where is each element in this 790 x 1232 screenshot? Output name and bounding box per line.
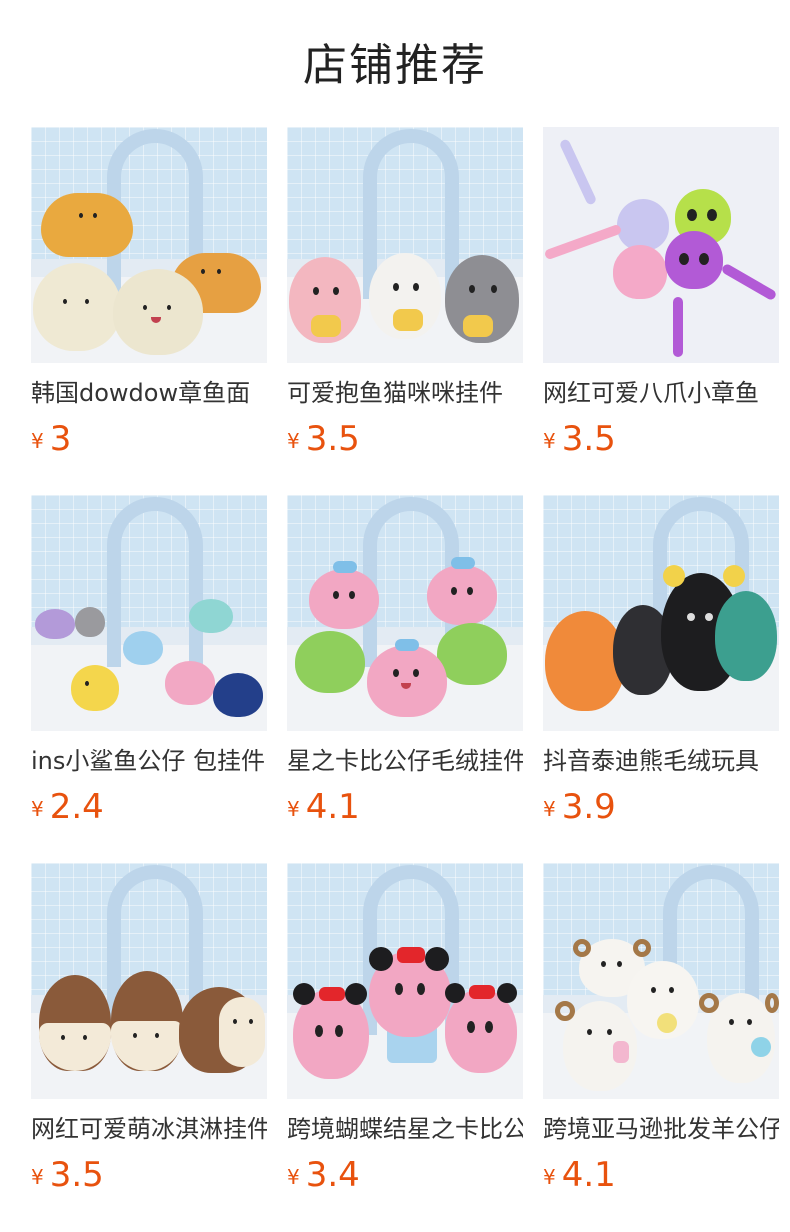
- product-name[interactable]: 跨境蝴蝶结星之卡比公: [287, 1109, 523, 1149]
- product-image[interactable]: [287, 863, 523, 1099]
- currency-symbol: ¥: [287, 1165, 300, 1189]
- product-card[interactable]: ins小鲨鱼公仔 包挂件 ¥2.4: [31, 495, 267, 835]
- price-value: 3.5: [305, 419, 360, 459]
- product-name[interactable]: ins小鲨鱼公仔 包挂件: [31, 741, 267, 781]
- product-price: ¥3.9: [543, 785, 779, 829]
- product-card[interactable]: 跨境蝴蝶结星之卡比公 ¥3.4: [287, 863, 523, 1203]
- product-name[interactable]: 跨境亚马逊批发羊公仔: [543, 1109, 779, 1149]
- currency-symbol: ¥: [31, 797, 44, 821]
- price-value: 4.1: [561, 1155, 616, 1195]
- product-price: ¥3.5: [31, 1153, 267, 1197]
- product-card[interactable]: 跨境亚马逊批发羊公仔 ¥4.1: [543, 863, 779, 1203]
- product-card[interactable]: 可爱抱鱼猫咪咪挂件 ¥3.5: [287, 127, 523, 467]
- product-card[interactable]: 网红可爱萌冰淇淋挂件 ¥3.5: [31, 863, 267, 1203]
- product-card[interactable]: 网红可爱八爪小章鱼 ¥3.5: [543, 127, 779, 467]
- product-image[interactable]: [287, 495, 523, 731]
- product-image[interactable]: [543, 127, 779, 363]
- currency-symbol: ¥: [287, 429, 300, 453]
- product-name[interactable]: 网红可爱萌冰淇淋挂件: [31, 1109, 267, 1149]
- price-value: 3.5: [561, 419, 616, 459]
- product-image[interactable]: [31, 863, 267, 1099]
- product-price: ¥3.4: [287, 1153, 523, 1197]
- product-name[interactable]: 网红可爱八爪小章鱼: [543, 373, 779, 413]
- currency-symbol: ¥: [287, 797, 300, 821]
- currency-symbol: ¥: [543, 1165, 556, 1189]
- product-image[interactable]: [543, 863, 779, 1099]
- product-name[interactable]: 可爱抱鱼猫咪咪挂件: [287, 373, 523, 413]
- product-price: ¥4.1: [287, 785, 523, 829]
- product-image[interactable]: [31, 127, 267, 363]
- product-card[interactable]: 抖音泰迪熊毛绒玩具 ¥3.9: [543, 495, 779, 835]
- currency-symbol: ¥: [543, 797, 556, 821]
- price-value: 4.1: [305, 787, 360, 827]
- product-price: ¥3: [31, 417, 267, 461]
- product-name[interactable]: 抖音泰迪熊毛绒玩具: [543, 741, 779, 781]
- price-value: 3.5: [49, 1155, 104, 1195]
- product-card[interactable]: 韩国dowdow章鱼面 ¥3: [31, 127, 267, 467]
- section-title: 店铺推荐: [303, 40, 487, 91]
- product-price: ¥3.5: [543, 417, 779, 461]
- price-value: 3.9: [561, 787, 616, 827]
- currency-symbol: ¥: [31, 1165, 44, 1189]
- product-image[interactable]: [31, 495, 267, 731]
- currency-symbol: ¥: [31, 429, 44, 453]
- price-value: 2.4: [49, 787, 104, 827]
- product-image[interactable]: [543, 495, 779, 731]
- price-value: 3: [49, 419, 72, 459]
- product-card[interactable]: 星之卡比公仔毛绒挂件 ¥4.1: [287, 495, 523, 835]
- currency-symbol: ¥: [543, 429, 556, 453]
- product-image[interactable]: [287, 127, 523, 363]
- product-price: ¥4.1: [543, 1153, 779, 1197]
- product-name[interactable]: 星之卡比公仔毛绒挂件: [287, 741, 523, 781]
- price-value: 3.4: [305, 1155, 360, 1195]
- product-price: ¥3.5: [287, 417, 523, 461]
- product-price: ¥2.4: [31, 785, 267, 829]
- product-name[interactable]: 韩国dowdow章鱼面: [31, 373, 267, 413]
